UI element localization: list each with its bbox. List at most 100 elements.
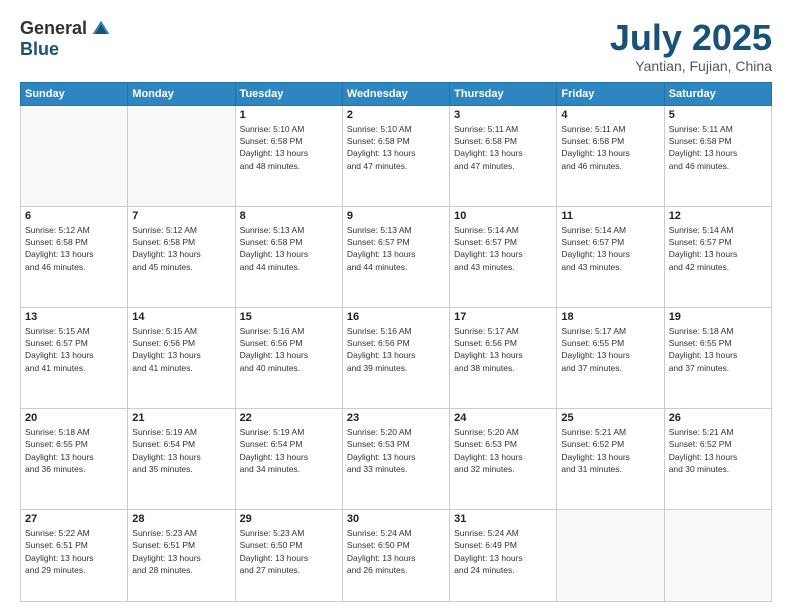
day-info: Sunrise: 5:17 AMSunset: 6:56 PMDaylight:… <box>454 325 552 374</box>
day-number: 21 <box>132 412 230 424</box>
day-info: Sunrise: 5:17 AMSunset: 6:55 PMDaylight:… <box>561 325 659 374</box>
calendar-cell: 19Sunrise: 5:18 AMSunset: 6:55 PMDayligh… <box>664 307 771 408</box>
day-info: Sunrise: 5:20 AMSunset: 6:53 PMDaylight:… <box>347 426 445 475</box>
day-info: Sunrise: 5:13 AMSunset: 6:58 PMDaylight:… <box>240 224 338 273</box>
calendar-cell: 3 Sunrise: 5:11 AMSunset: 6:58 PMDaylight… <box>450 105 557 206</box>
calendar-cell: 15 Sunrise: 5:16 AMSunset: 6:56 PMDayligh… <box>235 307 342 408</box>
day-info: Sunrise: 5:16 AMSunset: 6:56 PMDaylight:… <box>347 325 445 374</box>
day-info: Sunrise: 5:21 AMSunset: 6:52 PMDaylight:… <box>561 426 659 475</box>
calendar-cell: 9Sunrise: 5:13 AMSunset: 6:57 PMDaylight… <box>342 206 449 307</box>
calendar-week-row: 1Sunrise: 5:10 AMSunset: 6:58 PMDaylight… <box>21 105 772 206</box>
calendar-cell: 18 Sunrise: 5:17 AMSunset: 6:55 PMDayligh… <box>557 307 664 408</box>
calendar-cell: 13Sunrise: 5:15 AMSunset: 6:57 PMDayligh… <box>21 307 128 408</box>
calendar-cell: 10Sunrise: 5:14 AMSunset: 6:57 PMDayligh… <box>450 206 557 307</box>
calendar-table: SundayMondayTuesdayWednesdayThursdayFrid… <box>20 82 772 602</box>
month-title: July 2025 <box>610 18 772 58</box>
calendar-cell <box>21 105 128 206</box>
calendar-header-cell: Sunday <box>21 82 128 105</box>
calendar-cell: 2Sunrise: 5:10 AMSunset: 6:58 PMDaylight… <box>342 105 449 206</box>
calendar-cell: 7 Sunrise: 5:12 AMSunset: 6:58 PMDaylight… <box>128 206 235 307</box>
calendar-header-cell: Thursday <box>450 82 557 105</box>
day-number: 20 <box>25 412 123 424</box>
calendar-cell: 27 Sunrise: 5:22 AMSunset: 6:51 PMDayligh… <box>21 510 128 602</box>
subtitle: Yantian, Fujian, China <box>610 58 772 74</box>
calendar-header: SundayMondayTuesdayWednesdayThursdayFrid… <box>21 82 772 105</box>
title-area: July 2025 Yantian, Fujian, China <box>610 18 772 74</box>
day-number: 23 <box>347 412 445 424</box>
day-number: 24 <box>454 412 552 424</box>
day-number: 14 <box>132 311 230 323</box>
day-info: Sunrise: 5:11 AMSunset: 6:58 PMDaylight:… <box>561 123 659 172</box>
day-info: Sunrise: 5:16 AMSunset: 6:56 PMDaylight:… <box>240 325 338 374</box>
calendar-cell: 23 Sunrise: 5:20 AMSunset: 6:53 PMDayligh… <box>342 408 449 509</box>
day-number: 4 <box>561 109 659 121</box>
calendar-week-row: 6 Sunrise: 5:12 AMSunset: 6:58 PMDaylight… <box>21 206 772 307</box>
calendar-week-row: 20 Sunrise: 5:18 AMSunset: 6:55 PMDayligh… <box>21 408 772 509</box>
calendar-cell: 11Sunrise: 5:14 AMSunset: 6:57 PMDayligh… <box>557 206 664 307</box>
day-info: Sunrise: 5:20 AMSunset: 6:53 PMDaylight:… <box>454 426 552 475</box>
day-info: Sunrise: 5:19 AMSunset: 6:54 PMDaylight:… <box>132 426 230 475</box>
day-number: 3 <box>454 109 552 121</box>
calendar-cell: 25 Sunrise: 5:21 AMSunset: 6:52 PMDayligh… <box>557 408 664 509</box>
calendar-cell: 1Sunrise: 5:10 AMSunset: 6:58 PMDaylight… <box>235 105 342 206</box>
day-info: Sunrise: 5:23 AMSunset: 6:51 PMDaylight:… <box>132 527 230 576</box>
day-number: 1 <box>240 109 338 121</box>
day-info: Sunrise: 5:15 AMSunset: 6:56 PMDaylight:… <box>132 325 230 374</box>
calendar-cell: 8 Sunrise: 5:13 AMSunset: 6:58 PMDaylight… <box>235 206 342 307</box>
day-info: Sunrise: 5:11 AMSunset: 6:58 PMDaylight:… <box>454 123 552 172</box>
day-number: 25 <box>561 412 659 424</box>
day-info: Sunrise: 5:19 AMSunset: 6:54 PMDaylight:… <box>240 426 338 475</box>
calendar-header-cell: Saturday <box>664 82 771 105</box>
day-info: Sunrise: 5:14 AMSunset: 6:57 PMDaylight:… <box>561 224 659 273</box>
day-info: Sunrise: 5:14 AMSunset: 6:57 PMDaylight:… <box>669 224 767 273</box>
day-number: 18 <box>561 311 659 323</box>
calendar-cell: 24 Sunrise: 5:20 AMSunset: 6:53 PMDayligh… <box>450 408 557 509</box>
day-number: 26 <box>669 412 767 424</box>
day-info: Sunrise: 5:22 AMSunset: 6:51 PMDaylight:… <box>25 527 123 576</box>
header: General Blue July 2025 Yantian, Fujian, … <box>20 18 772 74</box>
calendar-cell: 22 Sunrise: 5:19 AMSunset: 6:54 PMDayligh… <box>235 408 342 509</box>
calendar-cell: 16Sunrise: 5:16 AMSunset: 6:56 PMDayligh… <box>342 307 449 408</box>
calendar-cell: 17Sunrise: 5:17 AMSunset: 6:56 PMDayligh… <box>450 307 557 408</box>
calendar-cell <box>557 510 664 602</box>
logo-icon <box>91 19 111 39</box>
day-number: 28 <box>132 513 230 525</box>
day-number: 2 <box>347 109 445 121</box>
day-info: Sunrise: 5:11 AMSunset: 6:58 PMDaylight:… <box>669 123 767 172</box>
logo-general-text: General <box>20 18 87 39</box>
day-info: Sunrise: 5:15 AMSunset: 6:57 PMDaylight:… <box>25 325 123 374</box>
day-number: 7 <box>132 210 230 222</box>
day-info: Sunrise: 5:18 AMSunset: 6:55 PMDaylight:… <box>25 426 123 475</box>
day-info: Sunrise: 5:12 AMSunset: 6:58 PMDaylight:… <box>25 224 123 273</box>
calendar-cell: 4 Sunrise: 5:11 AMSunset: 6:58 PMDaylight… <box>557 105 664 206</box>
day-number: 6 <box>25 210 123 222</box>
day-number: 31 <box>454 513 552 525</box>
day-number: 12 <box>669 210 767 222</box>
calendar-header-cell: Monday <box>128 82 235 105</box>
calendar-header-cell: Friday <box>557 82 664 105</box>
day-number: 30 <box>347 513 445 525</box>
calendar-body: 1Sunrise: 5:10 AMSunset: 6:58 PMDaylight… <box>21 105 772 601</box>
day-info: Sunrise: 5:21 AMSunset: 6:52 PMDaylight:… <box>669 426 767 475</box>
day-number: 10 <box>454 210 552 222</box>
calendar-week-row: 13Sunrise: 5:15 AMSunset: 6:57 PMDayligh… <box>21 307 772 408</box>
calendar-header-cell: Tuesday <box>235 82 342 105</box>
calendar-cell: 14 Sunrise: 5:15 AMSunset: 6:56 PMDayligh… <box>128 307 235 408</box>
day-info: Sunrise: 5:24 AMSunset: 6:49 PMDaylight:… <box>454 527 552 576</box>
calendar-cell: 21 Sunrise: 5:19 AMSunset: 6:54 PMDayligh… <box>128 408 235 509</box>
day-number: 15 <box>240 311 338 323</box>
calendar-cell: 12 Sunrise: 5:14 AMSunset: 6:57 PMDayligh… <box>664 206 771 307</box>
logo: General Blue <box>20 18 111 60</box>
day-number: 8 <box>240 210 338 222</box>
day-number: 9 <box>347 210 445 222</box>
day-info: Sunrise: 5:24 AMSunset: 6:50 PMDaylight:… <box>347 527 445 576</box>
calendar-header-cell: Wednesday <box>342 82 449 105</box>
day-number: 19 <box>669 311 767 323</box>
day-number: 22 <box>240 412 338 424</box>
day-number: 27 <box>25 513 123 525</box>
day-info: Sunrise: 5:12 AMSunset: 6:58 PMDaylight:… <box>132 224 230 273</box>
calendar-cell: 28 Sunrise: 5:23 AMSunset: 6:51 PMDayligh… <box>128 510 235 602</box>
calendar-cell: 5 Sunrise: 5:11 AMSunset: 6:58 PMDaylight… <box>664 105 771 206</box>
calendar-cell: 26 Sunrise: 5:21 AMSunset: 6:52 PMDayligh… <box>664 408 771 509</box>
day-number: 5 <box>669 109 767 121</box>
